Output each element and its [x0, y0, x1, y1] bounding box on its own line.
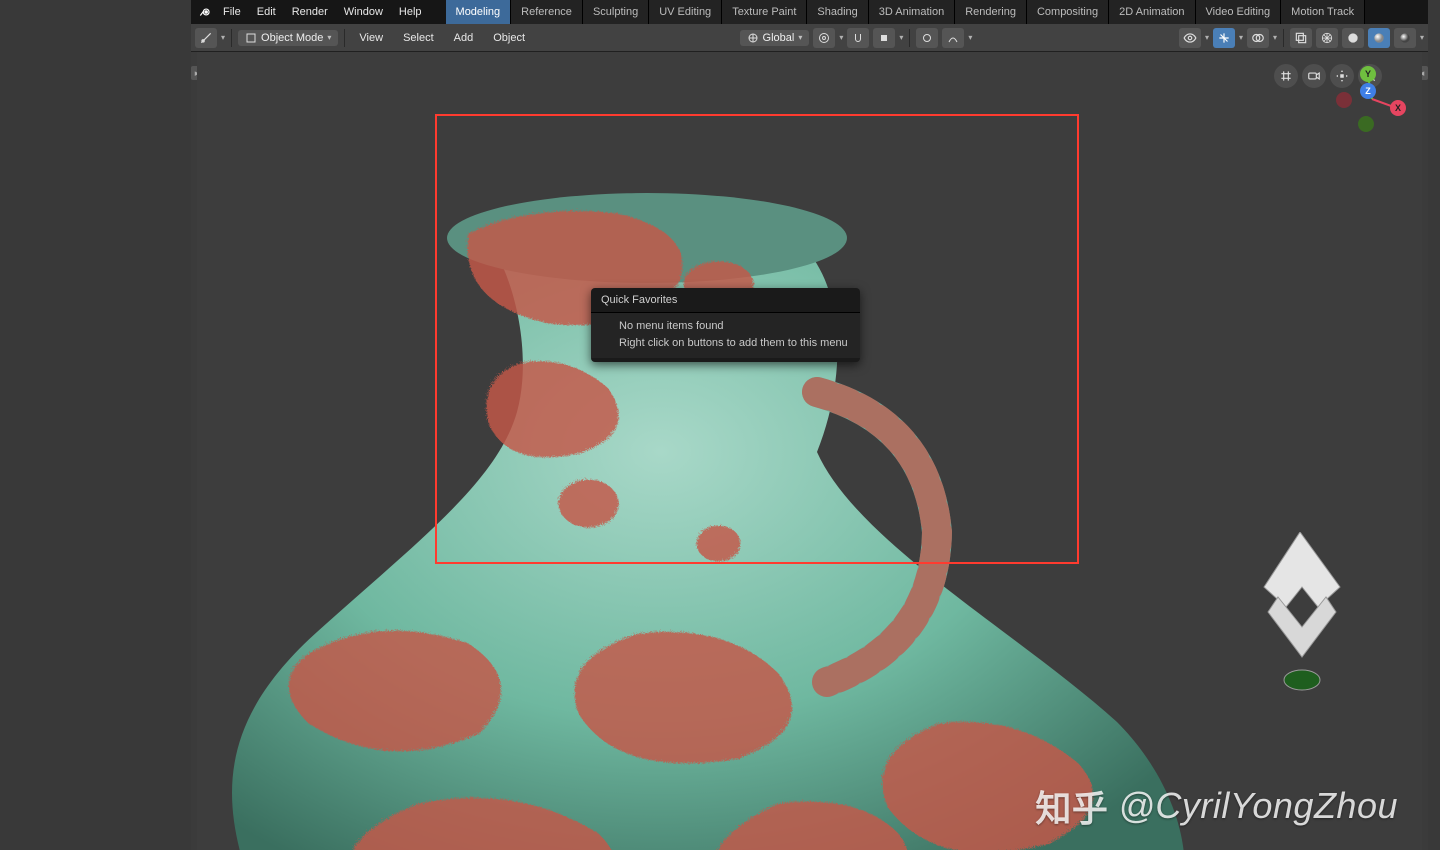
snap-toggle[interactable] — [847, 28, 869, 48]
axis-gizmo[interactable]: X Y Z — [1336, 62, 1408, 134]
axis-neg-y-ball[interactable] — [1358, 116, 1374, 132]
letterbox-left — [0, 0, 191, 850]
watermark-prefix: 知乎 — [1035, 780, 1108, 832]
quick-favorites-popup: Quick Favorites No menu items found Righ… — [591, 288, 860, 362]
separator — [1283, 29, 1284, 47]
shading-solid[interactable] — [1342, 28, 1364, 48]
chevron-down-icon: ▾ — [798, 33, 802, 42]
visibility-dropdown[interactable] — [1179, 28, 1201, 48]
proportional-falloff[interactable] — [942, 28, 964, 48]
separator — [231, 29, 232, 47]
chevron-down-icon: ▾ — [1420, 33, 1424, 42]
popup-title: Quick Favorites — [591, 288, 860, 313]
menu-edit[interactable]: Edit — [249, 0, 284, 24]
blender-logo-icon[interactable] — [195, 0, 215, 24]
ws-sculpting[interactable]: Sculpting — [583, 0, 649, 24]
overlays-toggle[interactable] — [1247, 28, 1269, 48]
pivot-dropdown[interactable] — [813, 28, 835, 48]
mode-label: Object Mode — [261, 32, 323, 44]
chevron-down-icon: ▾ — [1205, 33, 1209, 42]
chevron-down-icon: ▾ — [1239, 33, 1243, 42]
workspace-tabs: Modeling Reference Sculpting UV Editing … — [446, 0, 1366, 24]
grid-icon[interactable] — [1274, 64, 1298, 88]
mode-dropdown[interactable]: Object Mode ▾ — [238, 30, 338, 46]
ws-compositing[interactable]: Compositing — [1027, 0, 1109, 24]
header-toolbar: ▾ Object Mode ▾ View Select Add Object G… — [191, 24, 1428, 52]
axis-z-ball[interactable]: Z — [1360, 83, 1376, 99]
menu-help[interactable]: Help — [391, 0, 430, 24]
popup-line-1: No menu items found — [619, 318, 848, 335]
ws-uv-editing[interactable]: UV Editing — [649, 0, 722, 24]
orientation-label: Global — [763, 32, 795, 44]
chevron-down-icon: ▾ — [327, 33, 331, 42]
chevron-down-icon: ▾ — [899, 33, 903, 42]
snap-options[interactable] — [873, 28, 895, 48]
shading-matpreview[interactable] — [1368, 28, 1390, 48]
axis-y-ball[interactable]: Y — [1360, 66, 1376, 82]
ws-reference[interactable]: Reference — [511, 0, 583, 24]
ws-3d-animation[interactable]: 3D Animation — [869, 0, 955, 24]
watermark: 知乎 @CyrilYongZhou — [1035, 780, 1398, 832]
camera-icon[interactable] — [1302, 64, 1326, 88]
ws-modeling[interactable]: Modeling — [446, 0, 512, 24]
ws-rendering[interactable]: Rendering — [955, 0, 1027, 24]
camera-object[interactable] — [1240, 532, 1360, 692]
menu-object[interactable]: Object — [485, 32, 533, 44]
menu-file[interactable]: File — [215, 0, 249, 24]
shading-wireframe[interactable] — [1316, 28, 1338, 48]
xray-toggle[interactable] — [1290, 28, 1312, 48]
ws-shading[interactable]: Shading — [807, 0, 868, 24]
shading-rendered[interactable] — [1394, 28, 1416, 48]
gizmo-toggle[interactable] — [1213, 28, 1235, 48]
chevron-down-icon: ▾ — [839, 33, 843, 42]
separator — [344, 29, 345, 47]
separator — [909, 29, 910, 47]
axis-neg-x-ball[interactable] — [1336, 92, 1352, 108]
menu-select[interactable]: Select — [395, 32, 442, 44]
watermark-handle: @CyrilYongZhou — [1118, 785, 1398, 827]
menu-render[interactable]: Render — [284, 0, 336, 24]
proportional-toggle[interactable] — [916, 28, 938, 48]
menubar: File Edit Render Window Help Modeling Re… — [191, 0, 1428, 24]
viewport-canvas[interactable]: Quick Favorites No menu items found Righ… — [197, 52, 1422, 850]
chevron-down-icon: ▾ — [1273, 33, 1277, 42]
menu-window[interactable]: Window — [336, 0, 391, 24]
popup-body: No menu items found Right click on butto… — [591, 313, 860, 358]
axis-x-ball[interactable]: X — [1390, 100, 1406, 116]
menu-add[interactable]: Add — [446, 32, 482, 44]
orientation-dropdown[interactable]: Global ▾ — [740, 30, 810, 46]
editor-type-icon[interactable] — [195, 28, 217, 48]
chevron-down-icon: ▾ — [968, 33, 972, 42]
menu-view[interactable]: View — [351, 32, 391, 44]
ws-motion-track[interactable]: Motion Track — [1281, 0, 1365, 24]
viewport-3d[interactable]: ▸ ◂ — [191, 52, 1428, 850]
ws-texture-paint[interactable]: Texture Paint — [722, 0, 807, 24]
app-frame: File Edit Render Window Help Modeling Re… — [191, 0, 1428, 850]
ws-video-editing[interactable]: Video Editing — [1196, 0, 1282, 24]
letterbox-right — [1428, 0, 1440, 850]
popup-line-2: Right click on buttons to add them to th… — [619, 335, 848, 352]
chevron-down-icon: ▾ — [221, 33, 225, 42]
ws-2d-animation[interactable]: 2D Animation — [1109, 0, 1195, 24]
